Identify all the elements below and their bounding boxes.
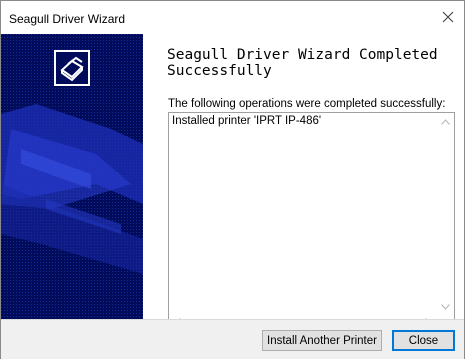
- wizard-side-graphic: [1, 34, 143, 319]
- scroll-up-icon[interactable]: [441, 118, 450, 127]
- operations-list[interactable]: Installed printer 'IPRT IP-486': [168, 112, 455, 332]
- wizard-window: Seagull Driver Wizard Seagull Driver Wiz…: [0, 0, 465, 359]
- wizard-content: Seagull Driver Wizard Completed Successf…: [143, 34, 464, 332]
- page-title: Seagull Driver Wizard Completed Successf…: [167, 47, 438, 79]
- vertical-scrollbar[interactable]: [437, 113, 454, 316]
- scroll-down-icon[interactable]: [441, 303, 450, 312]
- list-item: Installed printer 'IPRT IP-486': [172, 115, 322, 127]
- operations-label: The following operations were completed …: [168, 98, 446, 110]
- button-bar: Install Another Printer Close: [1, 319, 464, 359]
- printer-icon: [54, 50, 90, 86]
- window-title: Seagull Driver Wizard: [9, 12, 126, 26]
- title-bar[interactable]: Seagull Driver Wizard: [1, 1, 464, 34]
- close-button[interactable]: Close: [392, 330, 455, 351]
- close-icon[interactable]: [438, 7, 458, 27]
- install-another-printer-button[interactable]: Install Another Printer: [262, 330, 382, 351]
